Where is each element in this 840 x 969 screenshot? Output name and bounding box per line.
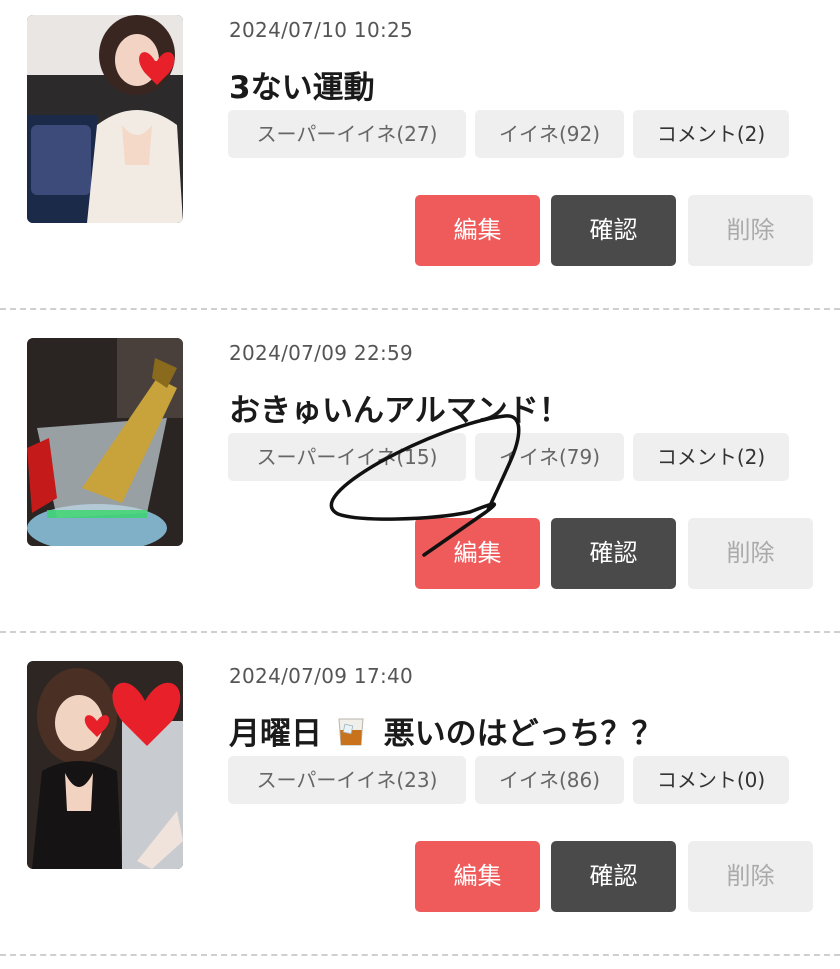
super-like-count[interactable]: スーパーイイネ(27) bbox=[228, 110, 466, 158]
delete-button[interactable]: 削除 bbox=[688, 195, 813, 266]
super-like-count[interactable]: スーパーイイネ(23) bbox=[228, 756, 466, 804]
confirm-button[interactable]: 確認 bbox=[551, 518, 676, 589]
like-count[interactable]: イイネ(79) bbox=[475, 433, 624, 481]
post-title[interactable]: 3ない運動 bbox=[229, 62, 375, 107]
edit-button[interactable]: 編集 bbox=[415, 841, 540, 912]
post-date: 2024/07/09 22:59 bbox=[229, 341, 414, 365]
like-count[interactable]: イイネ(92) bbox=[475, 110, 624, 158]
super-like-count[interactable]: スーパーイイネ(15) bbox=[228, 433, 466, 481]
post-item: 2024/07/09 17:40 月曜日 悪いのはどっち？？ スーパーイイネ(2… bbox=[0, 646, 840, 969]
comment-count[interactable]: コメント(0) bbox=[633, 756, 789, 804]
delete-button[interactable]: 削除 bbox=[688, 841, 813, 912]
post-divider bbox=[0, 631, 840, 633]
glass-icon bbox=[335, 716, 367, 756]
delete-button[interactable]: 削除 bbox=[688, 518, 813, 589]
post-thumbnail[interactable] bbox=[27, 15, 183, 223]
comment-count[interactable]: コメント(2) bbox=[633, 433, 789, 481]
post-thumbnail[interactable] bbox=[27, 661, 183, 869]
post-item: 2024/07/10 10:25 3ない運動 スーパーイイネ(27) イイネ(9… bbox=[0, 0, 840, 323]
edit-button[interactable]: 編集 bbox=[415, 195, 540, 266]
post-divider bbox=[0, 954, 840, 956]
post-title-text: おきゅいんアルマンド！ bbox=[229, 393, 570, 429]
comment-count[interactable]: コメント(2) bbox=[633, 110, 789, 158]
confirm-button[interactable]: 確認 bbox=[551, 195, 676, 266]
post-item: 2024/07/09 22:59 おきゅいんアルマンド！ スーパーイイネ(15)… bbox=[0, 323, 840, 646]
post-title-suffix: 悪いのはどっち？？ bbox=[383, 716, 663, 752]
post-title[interactable]: 月曜日 悪いのはどっち？？ bbox=[229, 708, 663, 756]
post-thumbnail[interactable] bbox=[27, 338, 183, 546]
confirm-button[interactable]: 確認 bbox=[551, 841, 676, 912]
post-date: 2024/07/09 17:40 bbox=[229, 664, 414, 688]
edit-button[interactable]: 編集 bbox=[415, 518, 540, 589]
post-date: 2024/07/10 10:25 bbox=[229, 18, 414, 42]
post-title[interactable]: おきゅいんアルマンド！ bbox=[229, 385, 570, 430]
like-count[interactable]: イイネ(86) bbox=[475, 756, 624, 804]
post-divider bbox=[0, 308, 840, 310]
post-title-text: 月曜日 bbox=[229, 716, 322, 752]
post-title-text: 3ない運動 bbox=[229, 70, 375, 106]
